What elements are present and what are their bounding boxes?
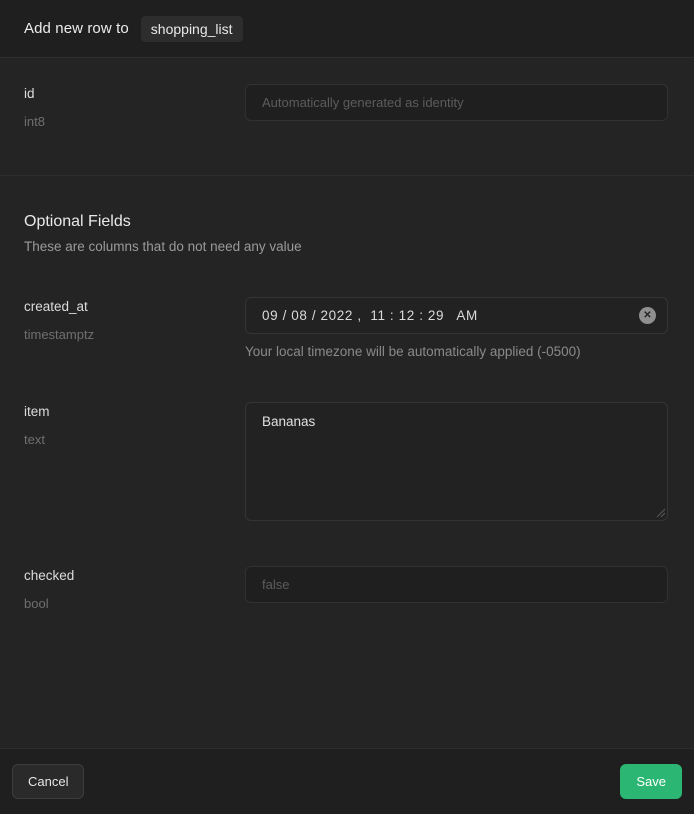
panel-title: Add new row to — [24, 20, 129, 37]
created-at-datetime-input[interactable]: 09 / 08 / 2022 , 11 : 12 : 29 AM ✕ — [245, 297, 668, 334]
field-row-item: item text Bananas — [24, 402, 668, 521]
save-button[interactable]: Save — [620, 764, 682, 799]
field-row-id: id int8 — [24, 84, 668, 130]
optional-fields-section: Optional Fields These are columns that d… — [0, 175, 694, 748]
panel-footer: Cancel Save — [0, 748, 694, 814]
field-label-created-at: created_at — [24, 299, 245, 315]
field-row-checked: checked bool — [24, 566, 668, 612]
timezone-helper-text: Your local timezone will be automaticall… — [245, 343, 668, 361]
field-row-created-at: created_at timestamptz 09 / 08 / 2022 , … — [24, 297, 668, 361]
field-type-id: int8 — [24, 114, 245, 130]
item-textarea-wrap: Bananas — [245, 402, 668, 521]
panel-header: Add new row to shopping_list — [0, 0, 694, 58]
field-type-created-at: timestamptz — [24, 327, 245, 343]
resize-handle-icon[interactable] — [655, 507, 665, 517]
created-at-value: 09 / 08 / 2022 , 11 : 12 : 29 AM — [262, 308, 478, 323]
required-fields-section: id int8 — [0, 58, 694, 175]
item-textarea[interactable]: Bananas — [245, 402, 668, 521]
field-input-col-checked — [245, 566, 668, 612]
cancel-button[interactable]: Cancel — [12, 764, 84, 799]
field-label-item: item — [24, 404, 245, 420]
field-label-id: id — [24, 86, 245, 102]
field-type-checked: bool — [24, 596, 245, 612]
id-input[interactable] — [245, 84, 668, 121]
field-input-col-item: Bananas — [245, 402, 668, 521]
field-meta-created-at: created_at timestamptz — [24, 297, 245, 361]
circle-x-icon[interactable]: ✕ — [639, 307, 656, 324]
field-input-col-created-at: 09 / 08 / 2022 , 11 : 12 : 29 AM ✕ Your … — [245, 297, 668, 361]
field-meta-id: id int8 — [24, 84, 245, 130]
add-row-panel: Add new row to shopping_list id int8 Opt… — [0, 0, 694, 814]
field-meta-item: item text — [24, 402, 245, 521]
field-type-item: text — [24, 432, 245, 448]
field-input-col-id — [245, 84, 668, 130]
table-name-badge: shopping_list — [141, 16, 243, 42]
form-body: id int8 Optional Fields These are column… — [0, 58, 694, 748]
checked-input[interactable] — [245, 566, 668, 603]
field-meta-checked: checked bool — [24, 566, 245, 612]
field-label-checked: checked — [24, 568, 245, 584]
optional-fields-heading: Optional Fields — [24, 212, 668, 232]
optional-fields-description: These are columns that do not need any v… — [24, 238, 668, 256]
